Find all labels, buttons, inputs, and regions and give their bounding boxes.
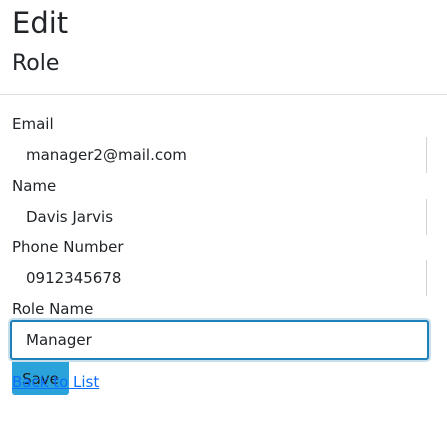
phone-number-field-box (12, 260, 427, 296)
email-label: Email (12, 115, 54, 133)
email-field[interactable] (12, 137, 426, 173)
phone-number-field[interactable] (12, 260, 426, 296)
phone-number-label: Phone Number (12, 238, 124, 256)
name-label: Name (12, 177, 57, 195)
back-to-list-link[interactable]: Back to List (12, 372, 99, 392)
role-name-field-box (10, 320, 429, 360)
role-name-label: Role Name (12, 300, 94, 318)
divider (0, 94, 447, 95)
section-title: Role (12, 51, 60, 76)
name-field[interactable] (12, 199, 426, 235)
page-title: Edit (12, 6, 69, 40)
email-field-box (12, 137, 427, 173)
name-field-box (12, 199, 427, 235)
role-name-field[interactable] (12, 322, 427, 358)
